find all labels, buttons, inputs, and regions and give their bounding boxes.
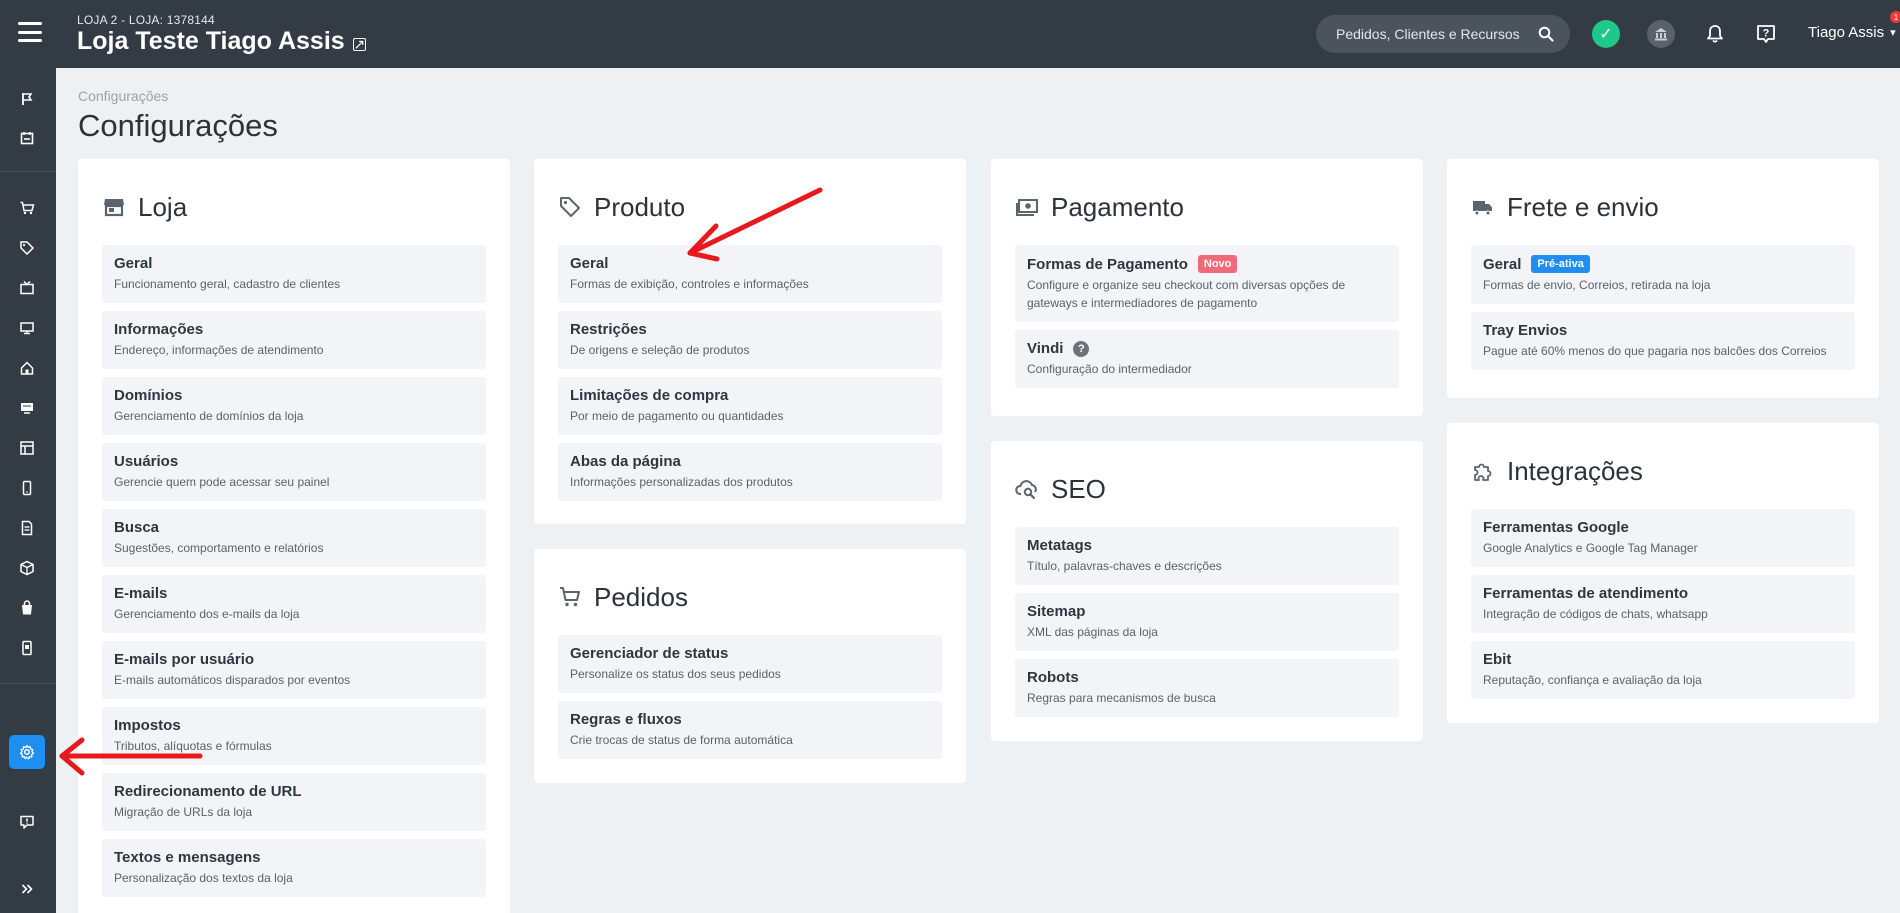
search-input[interactable] — [1336, 26, 1526, 42]
card-loja: Loja Geral Funcionamento geral, cadastro … — [78, 159, 510, 913]
settings-gear-icon[interactable] — [9, 735, 45, 769]
cloud-search-icon — [1015, 480, 1037, 500]
loja-item-impostos[interactable]: Impostos Tributos, alíquotas e fórmulas — [102, 707, 486, 765]
expand-sidebar-icon[interactable] — [14, 876, 40, 902]
card-integracoes: Integrações Ferramentas Google Google Ana… — [1447, 423, 1879, 723]
search-icon[interactable] — [1538, 26, 1554, 42]
cart-icon[interactable] — [14, 195, 40, 221]
layout-icon[interactable] — [14, 435, 40, 461]
produto-item-limitacoes[interactable]: Limitações de compra Por meio de pagament… — [558, 377, 942, 435]
card-pedidos: Pedidos Gerenciador de status Personalize… — [534, 549, 966, 783]
document-icon[interactable] — [14, 515, 40, 541]
integracoes-item-atendimento[interactable]: Ferramentas de atendimento Integração de … — [1471, 575, 1855, 633]
shopping-bag-icon[interactable] — [14, 595, 40, 621]
pre-active-badge: Pré-ativa — [1531, 255, 1590, 273]
loja-item-geral[interactable]: Geral Funcionamento geral, cadastro de cl… — [102, 245, 486, 303]
frete-item-tray-envios[interactable]: Tray Envios Pague até 60% menos do que pa… — [1471, 312, 1855, 370]
svg-text:?: ? — [1763, 28, 1770, 40]
card-title-pedidos: Pedidos — [594, 581, 688, 612]
card-frete: Frete e envio Geral Pré-ativa Formas de e… — [1447, 159, 1879, 398]
integracoes-item-google[interactable]: Ferramentas Google Google Analytics e Goo… — [1471, 509, 1855, 567]
home-icon[interactable] — [14, 355, 40, 381]
feedback-icon[interactable] — [14, 809, 40, 835]
card-seo: SEO Metatags Título, palavras-chaves e de… — [991, 441, 1423, 741]
store-icon — [104, 199, 124, 217]
card-title-loja: Loja — [138, 191, 188, 222]
loja-item-dominios[interactable]: Domínios Gerenciamento de domínios da loj… — [102, 377, 486, 435]
dashboard-icon[interactable] — [14, 125, 40, 151]
money-icon — [1016, 199, 1038, 216]
seo-item-robots[interactable]: Robots Regras para mecanismos de busca — [1015, 659, 1399, 717]
seo-item-sitemap[interactable]: Sitemap XML das páginas da loja — [1015, 593, 1399, 651]
pagamento-item-vindi[interactable]: Vindi? Configuração do intermediador — [1015, 330, 1399, 388]
notification-bell-icon[interactable] — [1701, 20, 1729, 48]
card-produto: Produto Geral Formas de exibição, control… — [534, 159, 966, 524]
tag-icon[interactable] — [14, 235, 40, 261]
card-title-seo: SEO — [1051, 473, 1106, 504]
new-badge: Novo — [1197, 255, 1238, 273]
status-check-icon[interactable]: ✓ — [1592, 20, 1620, 48]
device-icon[interactable] — [14, 635, 40, 661]
card-title-frete: Frete e envio — [1507, 191, 1659, 222]
menu-icon[interactable] — [18, 22, 42, 42]
cart-icon — [560, 587, 580, 607]
tv-icon[interactable] — [14, 275, 40, 301]
top-bar: LOJA 2 - LOJA: 1378144 Loja Teste Tiago … — [0, 0, 1900, 68]
store-name: Loja Teste Tiago Assis — [77, 27, 345, 55]
card-title-pagamento: Pagamento — [1051, 191, 1184, 222]
user-name: Tiago Assis — [1808, 24, 1885, 41]
seo-item-metatags[interactable]: Metatags Título, palavras-chaves e descri… — [1015, 527, 1399, 585]
loja-item-usuarios[interactable]: Usuários Gerencie quem pode acessar seu p… — [102, 443, 486, 501]
produto-item-restricoes[interactable]: Restrições De origens e seleção de produt… — [558, 311, 942, 369]
notification-badge: 1 — [1890, 11, 1900, 23]
frete-item-geral[interactable]: Geral Pré-ativa Formas de envio, Correios… — [1471, 245, 1855, 304]
box-icon[interactable] — [14, 555, 40, 581]
chevron-down-icon: ▾ — [1890, 27, 1896, 39]
loja-item-busca[interactable]: Busca Sugestões, comportamento e relatóri… — [102, 509, 486, 567]
loja-item-textos[interactable]: Textos e mensagens Personalização dos tex… — [102, 839, 486, 897]
tag-icon — [560, 197, 580, 217]
produto-item-geral[interactable]: Geral Formas de exibição, controles e inf… — [558, 245, 942, 303]
truck-icon — [1473, 201, 1492, 216]
store-name-link[interactable]: Loja Teste Tiago Assis ↗ — [77, 27, 366, 56]
pedidos-item-regras[interactable]: Regras e fluxos Crie trocas de status de … — [558, 701, 942, 759]
loja-item-redirecionamento[interactable]: Redirecionamento de URL Migração de URLs … — [102, 773, 486, 831]
loja-item-informacoes[interactable]: Informações Endereço, informações de aten… — [102, 311, 486, 369]
help-tooltip-icon[interactable]: ? — [1073, 340, 1090, 357]
card-title-integracoes: Integrações — [1507, 455, 1643, 486]
external-link-icon[interactable]: ↗ — [352, 36, 366, 52]
mobile-icon[interactable] — [14, 475, 40, 501]
search-box — [1316, 15, 1570, 53]
pedidos-item-status[interactable]: Gerenciador de status Personalize os stat… — [558, 635, 942, 693]
store-id: LOJA 2 - LOJA: 1378144 — [77, 13, 215, 27]
bank-icon[interactable] — [1647, 20, 1675, 48]
loja-item-emails-usuario[interactable]: E-mails por usuário E-mails automáticos d… — [102, 641, 486, 699]
help-icon[interactable]: ? — [1752, 20, 1780, 48]
user-menu[interactable]: Tiago Assis ▾ — [1808, 24, 1896, 41]
breadcrumb[interactable]: Configurações — [78, 88, 168, 104]
sidebar — [0, 68, 56, 913]
pagamento-item-formas[interactable]: Formas de Pagamento Novo Configure e orga… — [1015, 245, 1399, 322]
monitor-icon[interactable] — [14, 315, 40, 341]
card-pagamento: Pagamento Formas de Pagamento Novo Config… — [991, 159, 1423, 416]
produto-item-abas[interactable]: Abas da página Informações personalizadas… — [558, 443, 942, 501]
loja-item-emails[interactable]: E-mails Gerenciamento dos e-mails da loja — [102, 575, 486, 633]
display-icon[interactable] — [14, 395, 40, 421]
flag-icon[interactable] — [14, 86, 40, 112]
page-title: Configurações — [78, 108, 278, 143]
card-title-produto: Produto — [594, 191, 686, 222]
puzzle-icon — [1474, 463, 1492, 481]
integracoes-item-ebit[interactable]: Ebit Reputação, confiança e avaliação da … — [1471, 641, 1855, 699]
